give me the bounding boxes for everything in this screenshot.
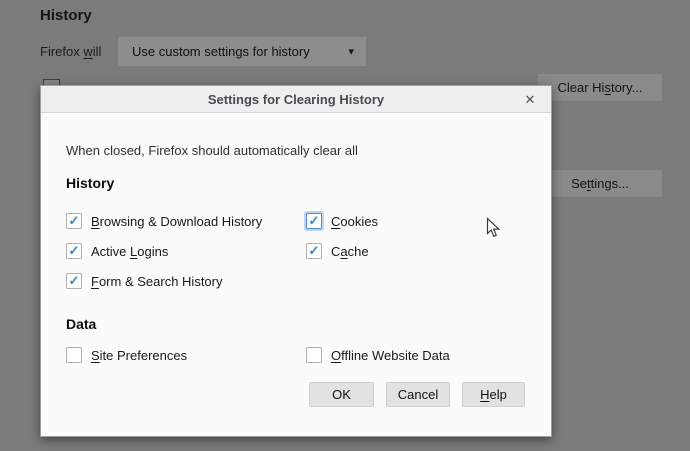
checkbox-row-cookies: ✓ Cookies — [306, 213, 378, 229]
checkbox-label-offline-website-data[interactable]: Offline Website Data — [331, 348, 450, 363]
checkbox-row-offline-website-data: ✓ Offline Website Data — [306, 347, 450, 363]
checkbox-row-form-search-history: ✓ Form & Search History — [66, 273, 223, 289]
checkbox-row-browsing-download-history: ✓ Browsing & Download History — [66, 213, 262, 229]
check-icon: ✓ — [308, 242, 320, 258]
checkbox-active-logins[interactable]: ✓ — [66, 243, 82, 259]
checkbox-form-search-history[interactable]: ✓ — [66, 273, 82, 289]
data-section-heading: Data — [66, 316, 97, 332]
help-button[interactable]: Help — [462, 382, 525, 407]
dropdown-selected-value: Use custom settings for history — [132, 44, 310, 59]
history-section-heading: History — [66, 175, 115, 191]
checkbox-label-cookies[interactable]: Cookies — [331, 214, 378, 229]
checkbox-label-cache[interactable]: Cache — [331, 244, 369, 259]
dialog-title: Settings for Clearing History — [207, 91, 385, 107]
dialog-header: Settings for Clearing History ✕ — [41, 86, 551, 113]
checkbox-cache[interactable]: ✓ — [306, 243, 322, 259]
checkbox-site-preferences[interactable]: ✓ — [66, 347, 82, 363]
checkbox-label-form-search-history[interactable]: Form & Search History — [91, 274, 223, 289]
history-page-title: History — [40, 7, 92, 24]
checkbox-row-cache: ✓ Cache — [306, 243, 369, 259]
firefox-preferences-screen: History Firefox will Use custom settings… — [0, 0, 690, 451]
checkbox-row-active-logins: ✓ Active Logins — [66, 243, 168, 259]
cancel-button[interactable]: Cancel — [386, 382, 450, 407]
dropdown-arrow-icon: ▾ — [348, 46, 354, 58]
clear-history-button[interactable]: Clear History... — [538, 74, 662, 101]
checkbox-row-site-preferences: ✓ Site Preferences — [66, 347, 187, 363]
dialog-description: When closed, Firefox should automaticall… — [66, 143, 358, 158]
close-icon[interactable]: ✕ — [519, 86, 541, 113]
ok-button[interactable]: OK — [309, 382, 374, 407]
check-icon: ✓ — [308, 212, 320, 228]
check-icon: ✓ — [68, 272, 80, 288]
check-icon: ✓ — [68, 242, 80, 258]
checkbox-cookies[interactable]: ✓ — [306, 213, 322, 229]
clear-history-settings-dialog: Settings for Clearing History ✕ When clo… — [40, 85, 552, 437]
checkbox-browsing-download-history[interactable]: ✓ — [66, 213, 82, 229]
checkbox-label-site-preferences[interactable]: Site Preferences — [91, 348, 187, 363]
checkbox-label-active-logins[interactable]: Active Logins — [91, 244, 168, 259]
checkbox-offline-website-data[interactable]: ✓ — [306, 347, 322, 363]
firefox-will-label: Firefox will — [40, 44, 102, 59]
checkbox-label-browsing-download-history[interactable]: Browsing & Download History — [91, 214, 262, 229]
settings-button[interactable]: Settings... — [538, 170, 662, 197]
history-mode-dropdown[interactable]: Use custom settings for history ▾ — [118, 37, 366, 66]
check-icon: ✓ — [68, 212, 80, 228]
